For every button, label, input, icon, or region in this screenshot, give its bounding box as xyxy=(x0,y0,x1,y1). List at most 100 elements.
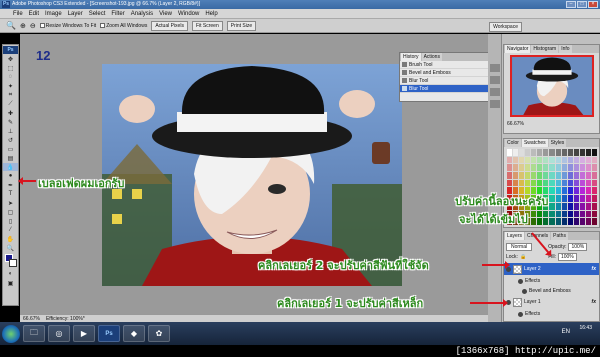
zoom-all-windows-checkbox[interactable]: Zoom All Windows xyxy=(100,23,147,29)
color-swatch[interactable] xyxy=(573,164,579,172)
document-canvas[interactable] xyxy=(102,64,402,286)
color-swatch[interactable] xyxy=(585,218,591,225)
color-swatch[interactable] xyxy=(543,172,549,179)
color-swatch[interactable] xyxy=(519,179,525,187)
color-swatch[interactable] xyxy=(543,156,549,164)
color-swatch[interactable] xyxy=(561,149,567,156)
eyedropper-tool-icon[interactable]: ⁄ xyxy=(3,226,18,234)
color-swatch[interactable] xyxy=(519,164,525,172)
color-swatch[interactable] xyxy=(555,149,561,156)
color-swatch[interactable] xyxy=(555,156,561,164)
color-swatch[interactable] xyxy=(531,156,537,164)
marquee-tool-icon[interactable]: ⬚ xyxy=(3,64,18,72)
start-button[interactable] xyxy=(2,324,20,343)
color-swatch[interactable] xyxy=(561,164,567,172)
color-swatch[interactable] xyxy=(561,195,567,202)
menu-analysis[interactable]: Analysis xyxy=(128,9,156,19)
color-swatch[interactable] xyxy=(543,149,549,156)
color-swatch[interactable] xyxy=(585,156,591,164)
blur-tool-icon[interactable]: 💧 xyxy=(3,163,18,171)
photoshop-taskbar-icon[interactable]: Ps xyxy=(98,325,120,342)
color-swatch[interactable] xyxy=(531,218,537,225)
resize-windows-checkbox[interactable]: Resize Windows To Fit xyxy=(39,23,96,29)
media-taskbar-icon[interactable]: ▶ xyxy=(73,325,95,342)
color-swatch[interactable] xyxy=(513,172,519,179)
color-swatch[interactable] xyxy=(549,187,555,195)
color-swatch[interactable] xyxy=(561,210,567,218)
color-swatch[interactable] xyxy=(549,156,555,164)
zoom-in-icon[interactable]: ⊕ xyxy=(20,22,26,30)
color-swatch[interactable] xyxy=(555,210,561,218)
color-swatch[interactable] xyxy=(573,179,579,187)
color-swatch[interactable] xyxy=(537,149,543,156)
layer-row-layer-1[interactable]: Layer 1 fx xyxy=(504,296,599,308)
color-swatch[interactable] xyxy=(531,179,537,187)
color-swatch[interactable] xyxy=(585,195,591,202)
menu-window[interactable]: Window xyxy=(175,9,202,19)
color-swatch[interactable] xyxy=(579,202,585,210)
color-swatch[interactable] xyxy=(561,179,567,187)
healing-brush-tool-icon[interactable]: ✚ xyxy=(3,109,18,117)
screen-mode-icon[interactable]: ▣ xyxy=(3,279,18,287)
color-swatch[interactable] xyxy=(567,218,573,225)
lasso-tool-icon[interactable]: ◌ xyxy=(3,73,18,81)
maximize-button[interactable]: □ xyxy=(577,1,587,8)
menu-select[interactable]: Select xyxy=(86,9,109,19)
menu-help[interactable]: Help xyxy=(202,9,220,19)
color-swatch[interactable] xyxy=(573,218,579,225)
color-swatch[interactable] xyxy=(567,172,573,179)
color-swatch[interactable] xyxy=(567,187,573,195)
color-swatch[interactable] xyxy=(531,164,537,172)
color-swatch[interactable] xyxy=(567,156,573,164)
history-brush-tool-icon[interactable]: ↺ xyxy=(3,136,18,144)
color-swatch[interactable] xyxy=(573,195,579,202)
color-swatch[interactable] xyxy=(531,172,537,179)
color-swatch[interactable] xyxy=(585,164,591,172)
navigator-zoom[interactable]: 66.67% xyxy=(507,121,524,127)
menu-filter[interactable]: Filter xyxy=(108,9,127,19)
color-swatch[interactable] xyxy=(567,202,573,210)
tab-history[interactable]: History xyxy=(401,53,421,61)
color-swatch[interactable] xyxy=(519,172,525,179)
zoom-tool-icon[interactable]: 🔍 xyxy=(6,21,16,30)
color-swatch[interactable] xyxy=(591,210,597,218)
color-swatch[interactable] xyxy=(555,195,561,202)
color-swatch[interactable] xyxy=(591,179,597,187)
color-swatch[interactable] xyxy=(591,149,597,156)
color-swatch[interactable] xyxy=(579,179,585,187)
color-swatch[interactable] xyxy=(579,195,585,202)
color-swatch[interactable] xyxy=(585,202,591,210)
color-swatch[interactable] xyxy=(537,156,543,164)
opacity-value[interactable]: 100% xyxy=(568,243,588,251)
eraser-tool-icon[interactable]: ▭ xyxy=(3,145,18,153)
visibility-eye-icon[interactable] xyxy=(522,288,527,294)
color-swatch[interactable] xyxy=(591,187,597,195)
menu-layer[interactable]: Layer xyxy=(65,9,86,19)
tab-actions[interactable]: Actions xyxy=(421,53,442,61)
color-swatch[interactable] xyxy=(561,156,567,164)
hand-tool-icon[interactable]: ✋ xyxy=(3,235,18,243)
color-swatch[interactable] xyxy=(567,164,573,172)
color-swatch[interactable] xyxy=(507,156,513,164)
zoom-out-icon[interactable]: ⊖ xyxy=(30,22,36,30)
visibility-eye-icon[interactable] xyxy=(518,278,523,284)
print-size-button[interactable]: Print Size xyxy=(226,20,257,31)
color-swatch[interactable] xyxy=(555,179,561,187)
color-swatch[interactable] xyxy=(525,149,531,156)
panel-icon[interactable] xyxy=(490,100,500,108)
browser-taskbar-icon[interactable]: ◎ xyxy=(48,325,70,342)
color-swatch[interactable] xyxy=(513,164,519,172)
color-swatch[interactable] xyxy=(579,187,585,195)
tab-info[interactable]: Info xyxy=(559,45,572,53)
menu-file[interactable]: File xyxy=(10,9,26,19)
color-swatch[interactable] xyxy=(573,187,579,195)
tab-histogram[interactable]: Histogram xyxy=(531,45,559,53)
color-swatch[interactable] xyxy=(507,179,513,187)
lock-icon[interactable]: 🔒 xyxy=(520,254,526,260)
color-swatch[interactable] xyxy=(591,172,597,179)
color-swatch[interactable] xyxy=(549,195,555,202)
tab-color[interactable]: Color xyxy=(505,139,521,147)
fit-screen-button[interactable]: Fit Screen xyxy=(191,20,223,31)
actual-pixels-button[interactable]: Actual Pixels xyxy=(151,20,188,31)
color-swatch[interactable] xyxy=(543,218,549,225)
